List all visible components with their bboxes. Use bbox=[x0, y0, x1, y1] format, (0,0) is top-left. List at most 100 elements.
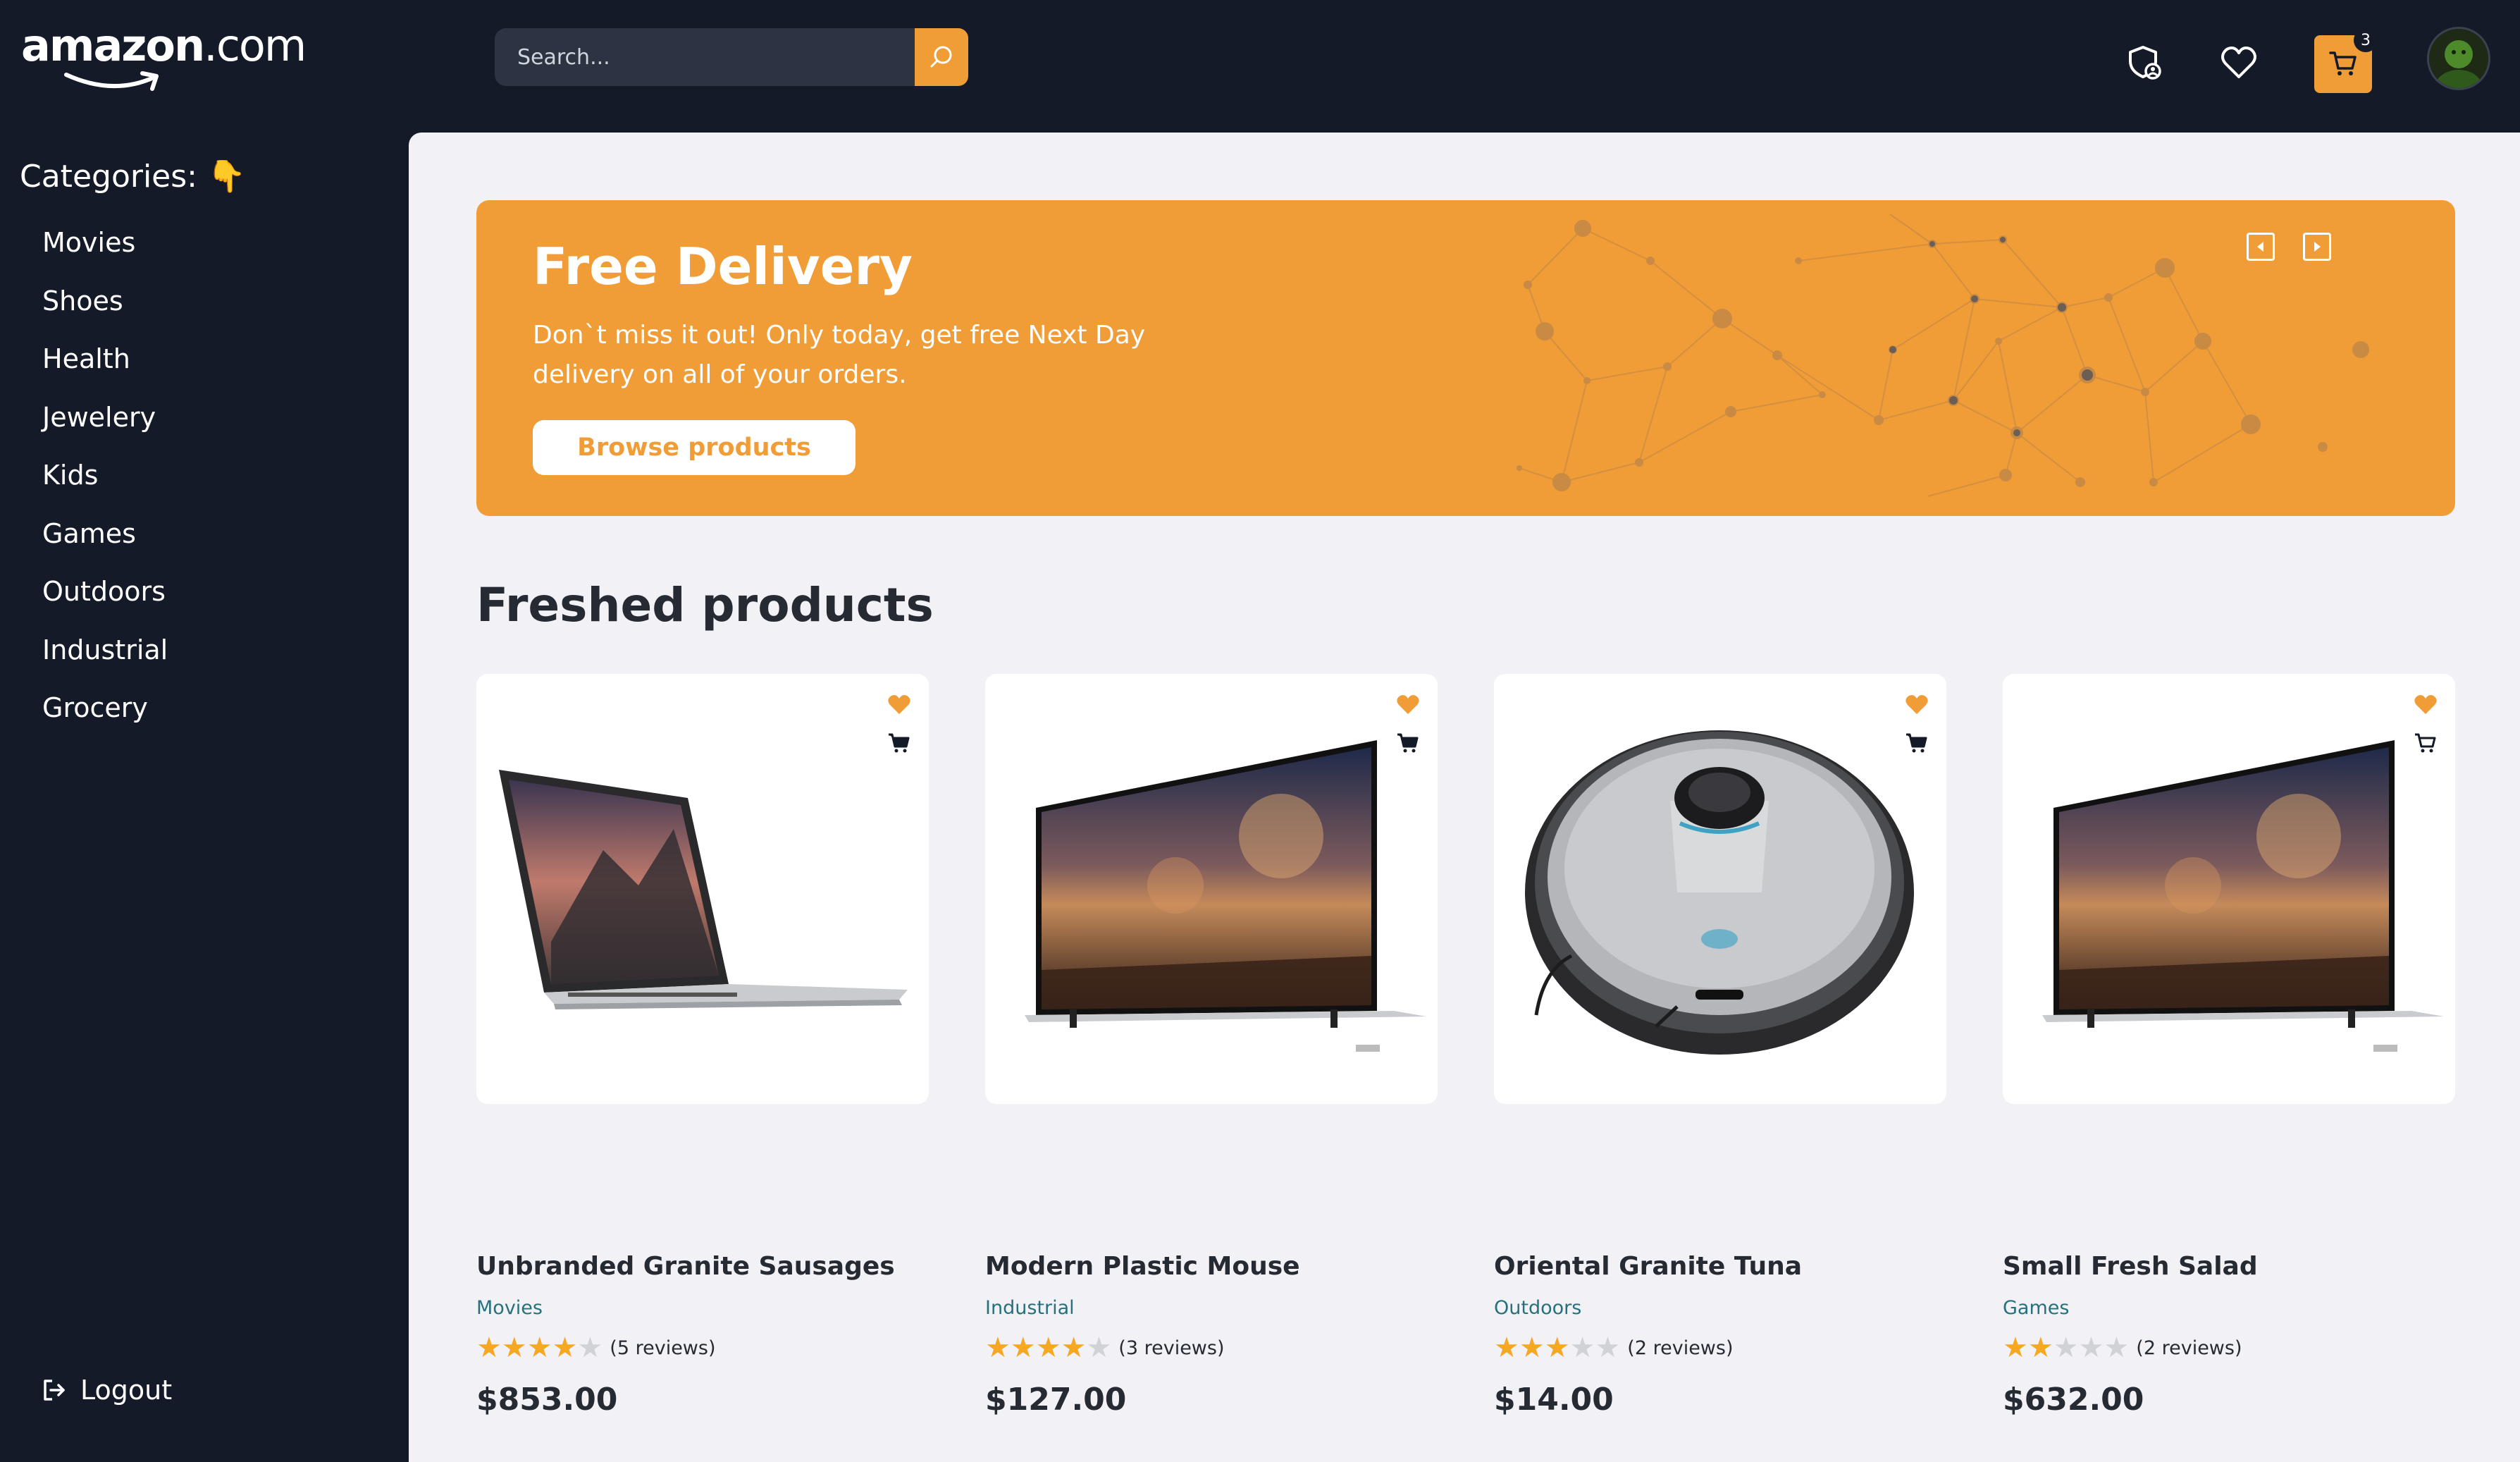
user-avatar-image bbox=[2429, 29, 2488, 88]
review-count: (2 reviews) bbox=[2136, 1337, 2242, 1359]
star-icon: ★ bbox=[2078, 1332, 2104, 1364]
shield-user-icon bbox=[2129, 46, 2161, 80]
logout-icon bbox=[44, 1380, 65, 1401]
search-input[interactable] bbox=[495, 28, 915, 86]
cart-icon bbox=[1397, 733, 1419, 753]
favorite-button[interactable] bbox=[885, 691, 913, 719]
favorite-button[interactable] bbox=[1903, 691, 1931, 719]
logout-label: Logout bbox=[80, 1375, 173, 1406]
sidebar-item-shoes[interactable]: Shoes bbox=[42, 283, 168, 341]
category-list: Movies Shoes Health Jewelery Kids Games … bbox=[42, 224, 168, 748]
amazon-logo[interactable]: amazon.com bbox=[21, 20, 307, 91]
logo-brand: amazon bbox=[21, 20, 205, 71]
search-icon bbox=[930, 46, 952, 68]
cart-icon bbox=[2329, 51, 2357, 75]
product-image[interactable] bbox=[476, 674, 929, 1104]
product-image[interactable] bbox=[1494, 674, 1946, 1104]
cart-icon bbox=[889, 733, 910, 753]
wishlist-button[interactable] bbox=[2217, 41, 2261, 85]
favorite-button[interactable] bbox=[1394, 691, 1422, 719]
pointing-down-emoji: 👇 bbox=[207, 159, 246, 195]
cart-outline-icon bbox=[2415, 733, 2436, 753]
sidebar-item-jewelery[interactable]: Jewelery bbox=[42, 399, 168, 457]
star-icon: ★ bbox=[577, 1332, 603, 1364]
review-count: (5 reviews) bbox=[610, 1337, 716, 1359]
section-title: Freshed products bbox=[476, 578, 934, 632]
star-icon: ★ bbox=[1544, 1332, 1570, 1364]
add-to-cart-button[interactable] bbox=[1903, 729, 1931, 757]
sidebar-item-movies[interactable]: Movies bbox=[42, 224, 168, 283]
favorite-button[interactable] bbox=[2411, 691, 2440, 719]
star-icon: ★ bbox=[2003, 1332, 2028, 1364]
banner-title: Free Delivery bbox=[533, 237, 913, 296]
star-icon: ★ bbox=[1519, 1332, 1545, 1364]
arrow-right-icon bbox=[2314, 242, 2321, 252]
add-to-cart-button[interactable] bbox=[1394, 729, 1422, 757]
browse-products-button[interactable]: Browse products bbox=[533, 420, 856, 475]
banner-prev-button[interactable] bbox=[2247, 233, 2275, 261]
product-name[interactable]: Oriental Granite Tuna bbox=[1494, 1252, 1802, 1281]
arrow-left-icon bbox=[2257, 242, 2263, 252]
sidebar: Categories: 👇 Movies Shoes Health Jewele… bbox=[0, 133, 409, 1462]
product-price: $14.00 bbox=[1494, 1382, 1614, 1418]
laptop-image bbox=[499, 770, 908, 1009]
search-bar bbox=[495, 28, 968, 86]
product-rating: ★ ★ ★ ★ ★ (5 reviews) bbox=[476, 1334, 715, 1362]
star-icon: ★ bbox=[552, 1332, 578, 1364]
product-rating: ★ ★ ★ ★ ★ (2 reviews) bbox=[1494, 1334, 1733, 1362]
product-name[interactable]: Modern Plastic Mouse bbox=[985, 1252, 1300, 1281]
sidebar-item-games[interactable]: Games bbox=[42, 515, 168, 574]
star-icon: ★ bbox=[1595, 1332, 1621, 1364]
review-count: (3 reviews) bbox=[1118, 1337, 1225, 1359]
product-rating: ★ ★ ★ ★ ★ (3 reviews) bbox=[985, 1334, 1224, 1362]
star-icon: ★ bbox=[1494, 1332, 1519, 1364]
categories-heading: Categories: 👇 bbox=[20, 159, 246, 195]
logo-smile-icon bbox=[64, 71, 159, 91]
product-image[interactable] bbox=[2003, 674, 2455, 1104]
star-icon: ★ bbox=[2053, 1332, 2079, 1364]
logo-suffix: .com bbox=[204, 20, 307, 71]
product-category[interactable]: Outdoors bbox=[1494, 1297, 1581, 1319]
cart-icon bbox=[1906, 733, 1927, 753]
product-price: $853.00 bbox=[476, 1382, 618, 1418]
sidebar-item-health[interactable]: Health bbox=[42, 340, 168, 399]
heart-icon bbox=[2221, 47, 2256, 78]
sidebar-item-kids[interactable]: Kids bbox=[42, 457, 168, 515]
account-security-button[interactable] bbox=[2123, 41, 2166, 85]
robot-vacuum-image bbox=[1525, 730, 1914, 1055]
star-icon: ★ bbox=[1061, 1332, 1087, 1364]
product-category[interactable]: Movies bbox=[476, 1297, 543, 1319]
product-name[interactable]: Small Fresh Salad bbox=[2003, 1252, 2258, 1281]
product-name[interactable]: Unbranded Granite Sausages bbox=[476, 1252, 895, 1281]
add-to-cart-button[interactable] bbox=[885, 729, 913, 757]
product-rating: ★ ★ ★ ★ ★ (2 reviews) bbox=[2003, 1334, 2242, 1362]
promo-banner: Free Delivery Don`t miss it out! Only to… bbox=[476, 200, 2455, 516]
add-to-cart-button[interactable] bbox=[2411, 729, 2440, 757]
product-category[interactable]: Industrial bbox=[985, 1297, 1075, 1319]
logout-button[interactable]: Logout bbox=[41, 1375, 172, 1406]
heart-filled-icon bbox=[1397, 695, 1419, 714]
product-price: $127.00 bbox=[985, 1382, 1127, 1418]
heart-filled-icon bbox=[1906, 695, 1928, 714]
product-image[interactable] bbox=[985, 674, 1438, 1104]
star-icon: ★ bbox=[2104, 1332, 2130, 1364]
sidebar-item-grocery[interactable]: Grocery bbox=[42, 689, 168, 748]
banner-next-button[interactable] bbox=[2303, 233, 2331, 261]
star-icon: ★ bbox=[985, 1332, 1011, 1364]
star-icon: ★ bbox=[1010, 1332, 1036, 1364]
cart-count-badge: 3 bbox=[2354, 28, 2378, 52]
review-count: (2 reviews) bbox=[1627, 1337, 1734, 1359]
top-bar: amazon.com Search... 3 bbox=[0, 0, 2520, 133]
product-category[interactable]: Games bbox=[2003, 1297, 2069, 1319]
product-price: $632.00 bbox=[2003, 1382, 2144, 1418]
search-button[interactable] bbox=[915, 28, 968, 86]
star-icon: ★ bbox=[476, 1332, 502, 1364]
sidebar-item-industrial[interactable]: Industrial bbox=[42, 632, 168, 690]
avatar[interactable] bbox=[2427, 27, 2490, 90]
banner-text: Don`t miss it out! Only today, get free … bbox=[533, 321, 1146, 389]
tv-image bbox=[2042, 740, 2444, 1052]
star-icon: ★ bbox=[501, 1332, 527, 1364]
heart-filled-icon bbox=[888, 695, 910, 714]
sidebar-item-outdoors[interactable]: Outdoors bbox=[42, 573, 168, 632]
heart-filled-icon bbox=[2414, 695, 2437, 714]
